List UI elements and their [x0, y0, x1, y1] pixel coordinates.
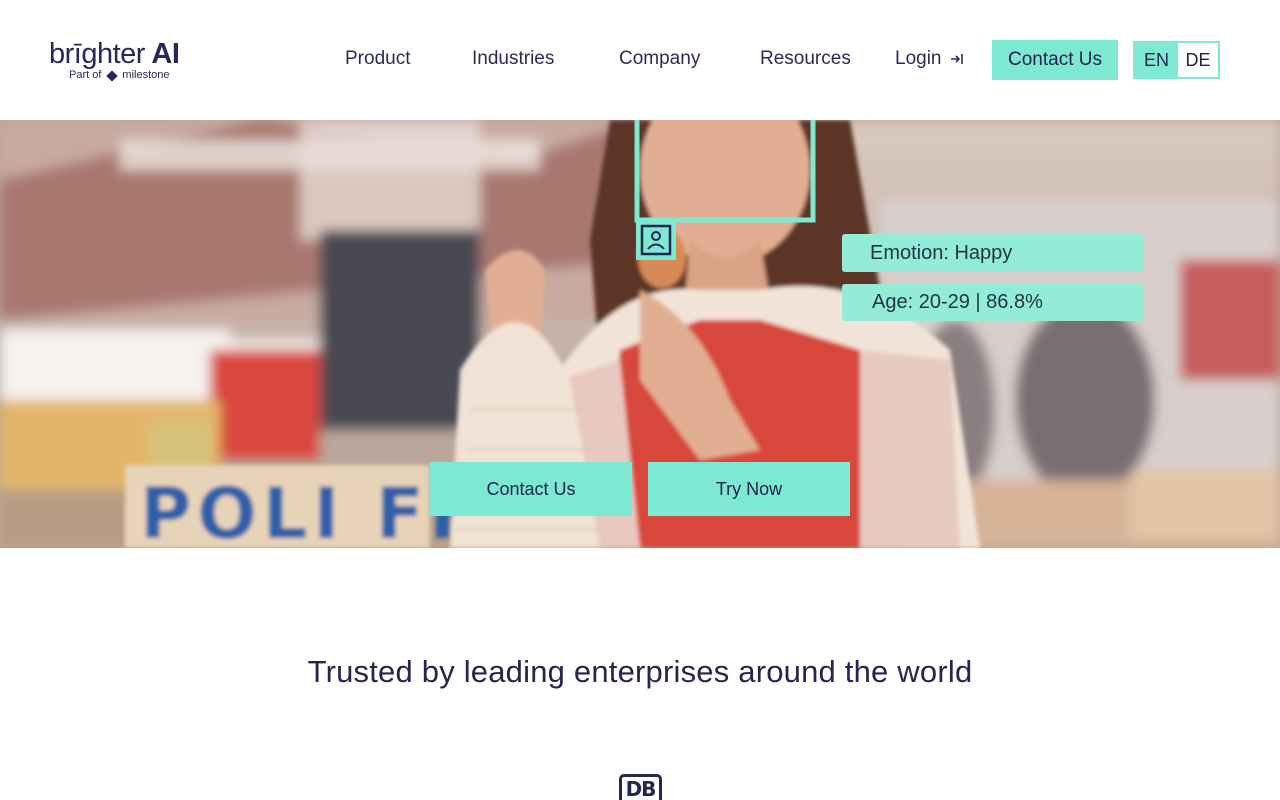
emotion-label-tag: Emotion: Happy [842, 234, 1144, 272]
language-option-de[interactable]: DE [1178, 43, 1218, 77]
hero-contact-button[interactable]: Contact Us [430, 462, 632, 516]
hero-banner: POLI FF Emotion: Happy Age: 20-29 | 86.8… [0, 120, 1280, 548]
logo-sub-name: milestone [122, 69, 170, 81]
logo-wordmark: brīghter AI [49, 38, 180, 70]
nav-company[interactable]: Company [619, 40, 700, 78]
logo-subline: Part of milestone [69, 69, 169, 82]
hero-try-now-button[interactable]: Try Now [648, 462, 850, 516]
site-header: brīghter AI Part of milestone Product In… [0, 0, 1280, 120]
nav-product[interactable]: Product [345, 40, 410, 78]
person-id-icon [636, 220, 676, 260]
language-option-en[interactable]: EN [1135, 43, 1178, 77]
brighter-ai-logo[interactable]: brīghter AI Part of milestone [49, 38, 219, 84]
milestone-diamond-icon [106, 69, 119, 82]
age-label-tag: Age: 20-29 | 86.8% [842, 284, 1144, 321]
nav-industries[interactable]: Industries [472, 40, 554, 78]
trusted-heading: Trusted by leading enterprises around th… [307, 654, 973, 689]
nav-login[interactable]: Login [895, 40, 964, 78]
nav-resources[interactable]: Resources [760, 40, 851, 78]
header-contact-button[interactable]: Contact Us [992, 40, 1118, 80]
nav-login-label: Login [895, 48, 942, 69]
language-switcher: EN DE [1133, 41, 1220, 79]
logo-sub-prefix: Part of [69, 69, 102, 81]
login-arrow-icon [950, 52, 964, 66]
hero-photo: POLI FF [0, 120, 1280, 548]
db-logo: DB [619, 774, 662, 800]
